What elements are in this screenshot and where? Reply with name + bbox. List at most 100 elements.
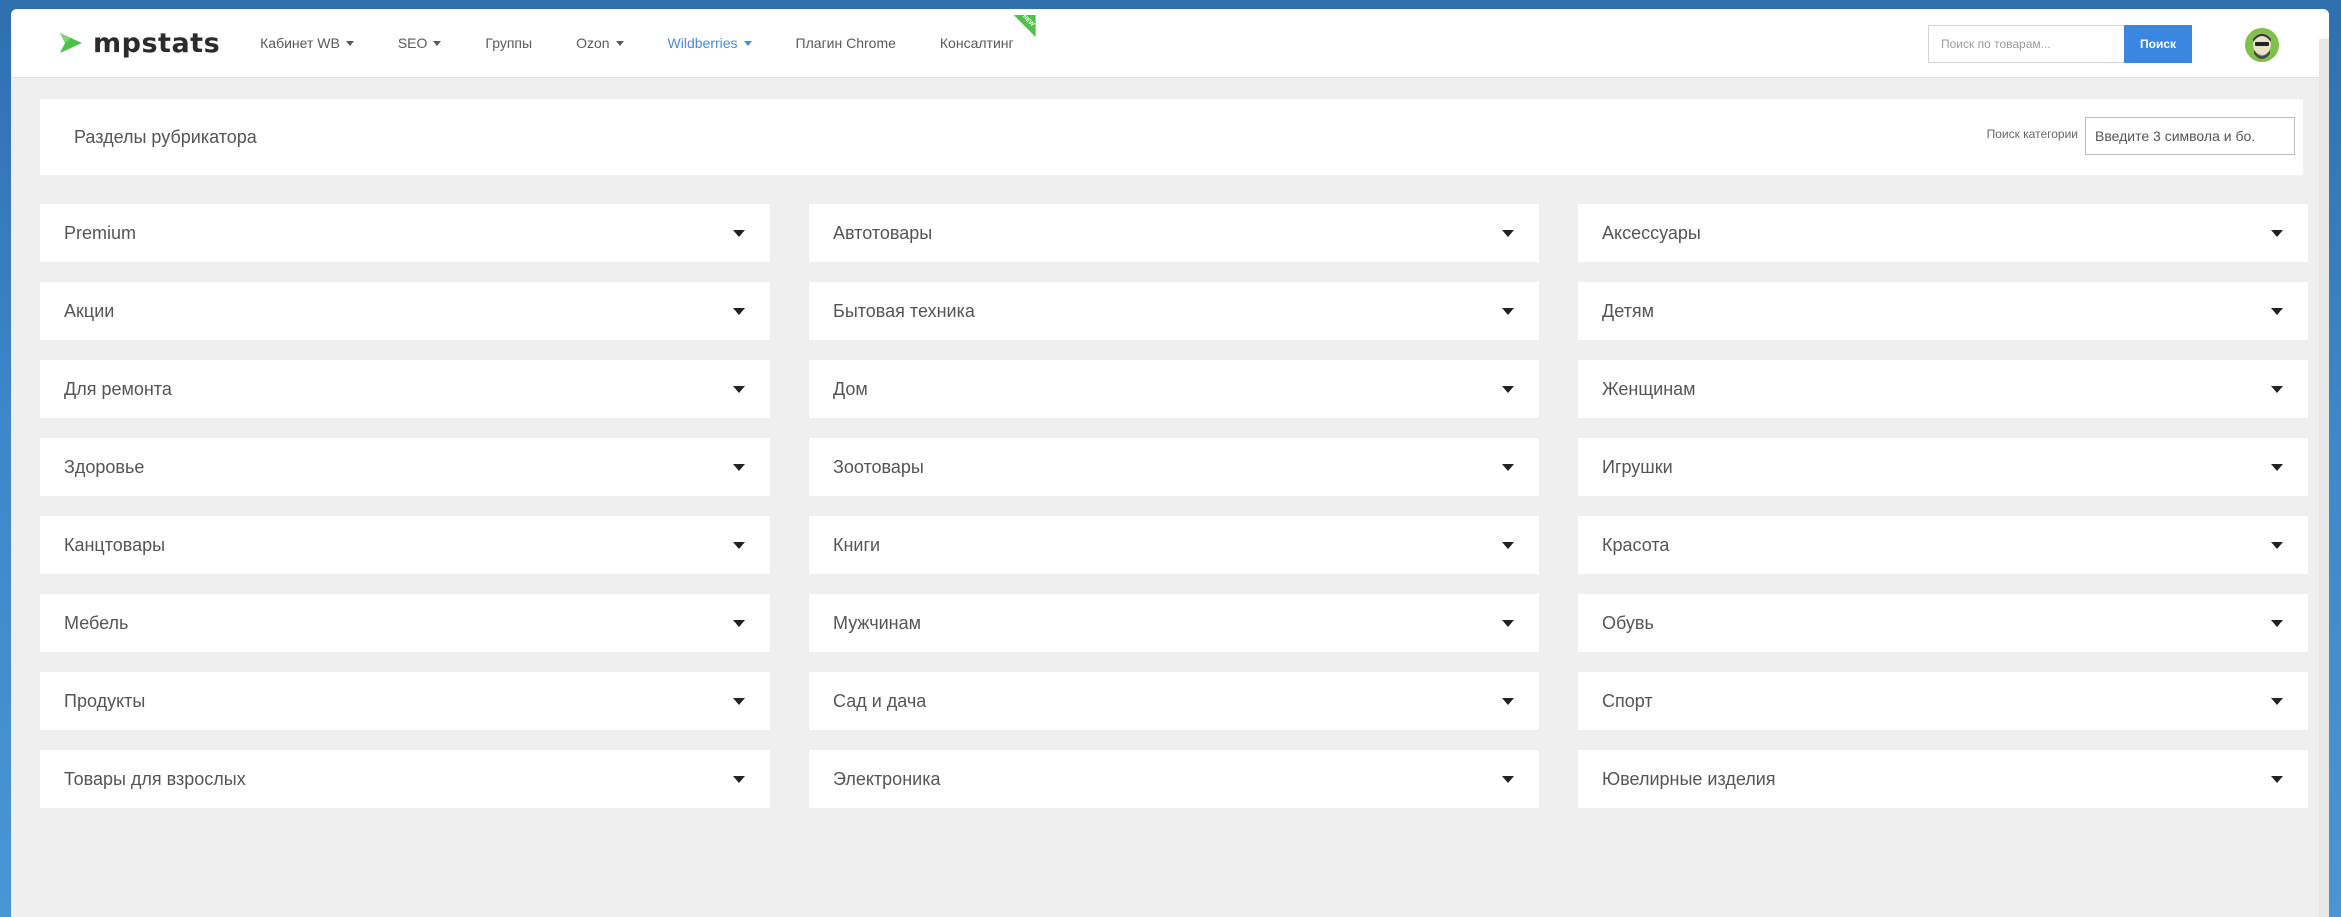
category-label: Зоотовары [833,456,924,477]
category-label: Для ремонта [64,378,172,399]
caret-down-icon [1502,619,1514,627]
caret-down-icon [2271,619,2283,627]
page-scrollbar[interactable] [2319,39,2329,917]
category-item[interactable]: Детям [1578,282,2308,340]
caret-down-icon [1502,541,1514,549]
category-item[interactable]: Premium [40,204,770,262]
category-item[interactable]: Акции [40,282,770,340]
category-item[interactable]: Дом [809,360,1539,418]
category-label: Premium [64,222,137,243]
caret-down-icon [1502,307,1514,315]
category-label: Продукты [64,690,146,711]
nav-label: Консалтинг [939,35,1014,51]
nav-item-ozon[interactable]: Ozon [576,35,624,51]
product-search: Поиск [1928,25,2192,63]
caret-down-icon [2271,775,2283,783]
new-badge: NEW [1013,13,1036,37]
category-item[interactable]: Автотовары [809,204,1539,262]
nav-item-seo[interactable]: SEO [398,35,442,51]
category-item[interactable]: Обувь [1578,594,2308,652]
logo-arrow-icon [60,33,82,53]
category-label: Здоровье [64,456,145,477]
category-label: Сад и дача [833,690,927,711]
category-item[interactable]: Спорт [1578,672,2308,730]
caret-down-icon [733,229,745,237]
category-item[interactable]: Продукты [40,672,770,730]
caret-down-icon [2271,541,2283,549]
page-title: Разделы рубрикатора [74,126,257,147]
caret-down-icon [2271,385,2283,393]
category-label: Мужчинам [833,612,921,633]
category-label: Красота [1602,534,1670,555]
caret-down-icon [1502,463,1514,471]
category-label: Дом [833,378,868,399]
nav-item-chrome-plugin[interactable]: Плагин Chrome [796,35,896,51]
category-label: Товары для взрослых [64,768,246,789]
caret-down-icon [733,775,745,783]
category-search-input[interactable] [2085,117,2295,155]
category-item[interactable]: Мебель [40,594,770,652]
caret-down-icon [733,541,745,549]
category-label: Акции [64,300,115,321]
category-item[interactable]: Ювелирные изделия [1578,750,2308,808]
category-item[interactable]: Женщинам [1578,360,2308,418]
caret-down-icon [2271,229,2283,237]
category-item[interactable]: Игрушки [1578,438,2308,496]
caret-down-icon [2271,463,2283,471]
nav-item-groups[interactable]: Группы [485,35,532,51]
caret-down-icon [733,385,745,393]
badge-text: NEW [1020,13,1035,29]
category-item[interactable]: Красота [1578,516,2308,574]
category-label: Канцтовары [64,534,166,555]
category-item[interactable]: Для ремонта [40,360,770,418]
category-label: Книги [833,534,881,555]
category-item[interactable]: Книги [809,516,1539,574]
category-label: Детям [1602,300,1654,321]
nav-item-cabinet-wb[interactable]: Кабинет WB [260,35,354,51]
chevron-down-icon [433,40,442,46]
nav-label: Кабинет WB [260,35,340,51]
app-window: mpstats Кабинет WB SEO Группы Ozon Wildb… [11,9,2329,917]
caret-down-icon [733,697,745,705]
caret-down-icon [733,463,745,471]
nav-label: Группы [485,35,533,51]
category-item[interactable]: Бытовая техника [809,282,1539,340]
category-label: Аксессуары [1602,222,1701,243]
category-item[interactable]: Товары для взрослых [40,750,770,808]
category-item[interactable]: Зоотовары [809,438,1539,496]
chevron-down-icon [743,40,752,46]
chevron-down-icon [615,40,624,46]
category-label: Электроника [833,768,941,789]
caret-down-icon [733,307,745,315]
category-item[interactable]: Здоровье [40,438,770,496]
category-item[interactable]: Аксессуары [1578,204,2308,262]
category-item[interactable]: Электроника [809,750,1539,808]
chevron-down-icon [345,40,354,46]
nav-item-consulting[interactable]: Консалтинг NEW [939,15,1036,51]
category-item[interactable]: Сад и дача [809,672,1539,730]
category-label: Женщинам [1602,378,1696,399]
nav-label: Ozon [576,35,610,51]
rubricator-header: Разделы рубрикатора Поиск категории [40,99,2303,175]
brand-logo[interactable]: mpstats [57,28,220,59]
category-grid: Premium Автотовары Аксессуары Акции Быто… [40,204,2308,808]
nav-label: SEO [397,35,428,51]
nav-item-wildberries[interactable]: Wildberries [668,35,752,51]
caret-down-icon [1502,775,1514,783]
user-avatar-icon[interactable] [2245,28,2279,62]
category-item[interactable]: Мужчинам [809,594,1539,652]
nav-label: Wildberries [667,35,738,51]
category-label: Обувь [1602,612,1654,633]
category-label: Автотовары [833,222,933,243]
caret-down-icon [2271,697,2283,705]
category-search-label: Поиск категории [1986,127,2078,141]
category-label: Ювелирные изделия [1602,768,1776,789]
caret-down-icon [2271,307,2283,315]
caret-down-icon [1502,697,1514,705]
product-search-input[interactable] [1928,25,2124,63]
caret-down-icon [1502,385,1514,393]
category-item[interactable]: Канцтовары [40,516,770,574]
category-label: Игрушки [1602,456,1673,477]
search-button[interactable]: Поиск [2124,25,2192,63]
nav-label: Плагин Chrome [795,35,896,51]
